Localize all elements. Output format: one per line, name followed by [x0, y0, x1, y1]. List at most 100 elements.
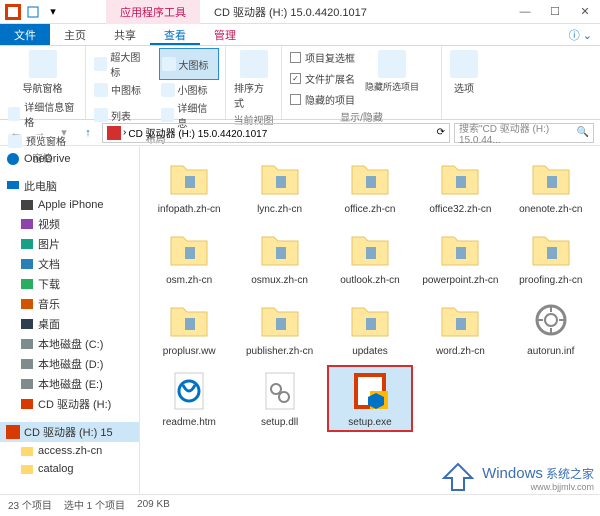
medium-icons-icon: [94, 83, 108, 97]
file-item[interactable]: setup.exe: [327, 365, 413, 432]
folder-icon: [167, 156, 211, 200]
file-item[interactable]: readme.htm: [146, 365, 232, 432]
list-icon: [94, 108, 108, 122]
file-label: publisher.zh-cn: [246, 346, 313, 357]
window-title: CD 驱动器 (H:) 15.0.4420.1017: [200, 0, 381, 24]
layout-xl-icon[interactable]: 超大图标: [92, 48, 151, 80]
file-item[interactable]: office32.zh-cn: [417, 152, 503, 219]
minimize-button[interactable]: —: [510, 0, 540, 24]
navigation-tree[interactable]: OneDrive 此电脑 Apple iPhone视频图片文档下载音乐桌面本地磁…: [0, 146, 140, 494]
folder-icon: [167, 227, 211, 271]
file-ext-toggle[interactable]: ✓文件扩展名: [288, 69, 357, 88]
tree-item[interactable]: 下载: [14, 274, 139, 294]
file-item[interactable]: updates: [327, 294, 413, 361]
file-label: readme.htm: [163, 417, 216, 428]
file-item[interactable]: outlook.zh-cn: [327, 223, 413, 290]
sort-icon: [240, 50, 268, 78]
layout-medium-icon[interactable]: 中图标: [92, 81, 151, 98]
large-icons-icon: [162, 57, 176, 71]
tree-item[interactable]: 图片: [14, 234, 139, 254]
folder-icon: [529, 156, 573, 200]
sort-button[interactable]: 排序方式: [232, 48, 275, 112]
tab-share[interactable]: 共享: [100, 24, 150, 45]
refresh-icon[interactable]: ⟳: [437, 127, 445, 138]
close-button[interactable]: ✕: [570, 0, 600, 24]
file-item[interactable]: osm.zh-cn: [146, 223, 232, 290]
file-item[interactable]: proofing.zh-cn: [508, 223, 594, 290]
tree-item[interactable]: 本地磁盘 (D:): [14, 354, 139, 374]
file-list[interactable]: infopath.zh-cn lync.zh-cn office.zh-cnoffi…: [146, 152, 594, 432]
tab-manage[interactable]: 管理: [200, 24, 250, 45]
tree-item[interactable]: CD 驱动器 (H:): [14, 394, 139, 414]
breadcrumb[interactable]: › CD 驱动器 (H:) 15.0.4420.1017 ⟳: [102, 123, 450, 143]
file-item[interactable]: osmux.zh-cn: [236, 223, 322, 290]
file-item[interactable]: proplusr.ww: [146, 294, 232, 361]
breadcrumb-text: CD 驱动器 (H:) 15.0.4420.1017: [128, 125, 267, 140]
hidden-items-toggle[interactable]: 隐藏的项目: [288, 90, 357, 109]
phone-icon: [20, 198, 34, 212]
back-button[interactable]: ←: [6, 123, 26, 143]
desktop-icon: [20, 317, 34, 331]
file-item[interactable]: lync.zh-cn: [236, 152, 322, 219]
file-item[interactable]: word.zh-cn: [417, 294, 503, 361]
tree-item[interactable]: 桌面: [14, 314, 139, 334]
file-label: lync.zh-cn: [257, 204, 302, 215]
qat-props-icon[interactable]: [24, 3, 42, 21]
tree-item[interactable]: 音乐: [14, 294, 139, 314]
tree-item[interactable]: access.zh-cn: [14, 442, 139, 460]
folder-icon: [438, 227, 482, 271]
drive-icon: [107, 126, 121, 140]
hide-icon: [378, 50, 406, 78]
tree-item[interactable]: Apple iPhone: [14, 196, 139, 214]
downloads-icon: [20, 277, 34, 291]
forward-button[interactable]: →: [30, 123, 50, 143]
folder-icon: [438, 156, 482, 200]
tree-item[interactable]: 本地磁盘 (E:): [14, 374, 139, 394]
layout-small-icon[interactable]: 小图标: [159, 81, 220, 98]
tree-this-pc[interactable]: 此电脑: [0, 176, 139, 196]
tree-cd-drive-selected[interactable]: CD 驱动器 (H:) 15: [0, 422, 139, 442]
file-item[interactable]: infopath.zh-cn: [146, 152, 232, 219]
file-label: proplusr.ww: [163, 346, 216, 357]
folder-icon: [348, 298, 392, 342]
folder-icon: [258, 227, 302, 271]
checkbox-icon: [290, 94, 301, 105]
nav-pane-button[interactable]: 导航窗格: [6, 48, 79, 97]
file-item[interactable]: onenote.zh-cn: [508, 152, 594, 219]
qat-dropdown-icon[interactable]: ▾: [44, 3, 62, 21]
search-input[interactable]: 搜索"CD 驱动器 (H:) 15.0.44... 🔍: [454, 123, 594, 143]
up-button[interactable]: ↑: [78, 123, 98, 143]
options-button[interactable]: 选项: [448, 48, 480, 97]
tree-item[interactable]: catalog: [14, 460, 139, 478]
tab-home[interactable]: 主页: [50, 24, 100, 45]
tree-onedrive[interactable]: OneDrive: [0, 150, 139, 168]
maximize-button[interactable]: ☐: [540, 0, 570, 24]
history-dropdown[interactable]: ▾: [54, 123, 74, 143]
file-item[interactable]: publisher.zh-cn: [236, 294, 322, 361]
ribbon-help-icon[interactable]: ⓘ ⌄: [561, 24, 600, 45]
small-icons-icon: [161, 83, 175, 97]
pictures-icon: [20, 237, 34, 251]
music-icon: [20, 297, 34, 311]
office-icon[interactable]: [4, 3, 22, 21]
tab-view[interactable]: 查看: [150, 24, 200, 45]
file-label: word.zh-cn: [436, 346, 485, 357]
breadcrumb-chevron-icon: ›: [123, 127, 126, 138]
file-item[interactable]: autorun.inf: [508, 294, 594, 361]
onedrive-icon: [6, 152, 20, 166]
layout-large-icon[interactable]: 大图标: [159, 48, 220, 80]
item-checkboxes-toggle[interactable]: 项目复选框: [288, 48, 357, 67]
folder-icon: [258, 156, 302, 200]
tree-item[interactable]: 本地磁盘 (C:): [14, 334, 139, 354]
file-item[interactable]: powerpoint.zh-cn: [417, 223, 503, 290]
tree-item[interactable]: 文档: [14, 254, 139, 274]
file-item[interactable]: setup.dll: [236, 365, 322, 432]
folder-icon: [20, 444, 34, 458]
tab-file[interactable]: 文件: [0, 24, 50, 45]
tree-item[interactable]: 视频: [14, 214, 139, 234]
file-item[interactable]: office.zh-cn: [327, 152, 413, 219]
context-tab-label: 应用程序工具: [106, 0, 200, 24]
file-label: powerpoint.zh-cn: [422, 275, 498, 286]
hide-selected-button[interactable]: 隐藏所选项目: [363, 48, 421, 109]
htm-icon: [167, 369, 211, 413]
